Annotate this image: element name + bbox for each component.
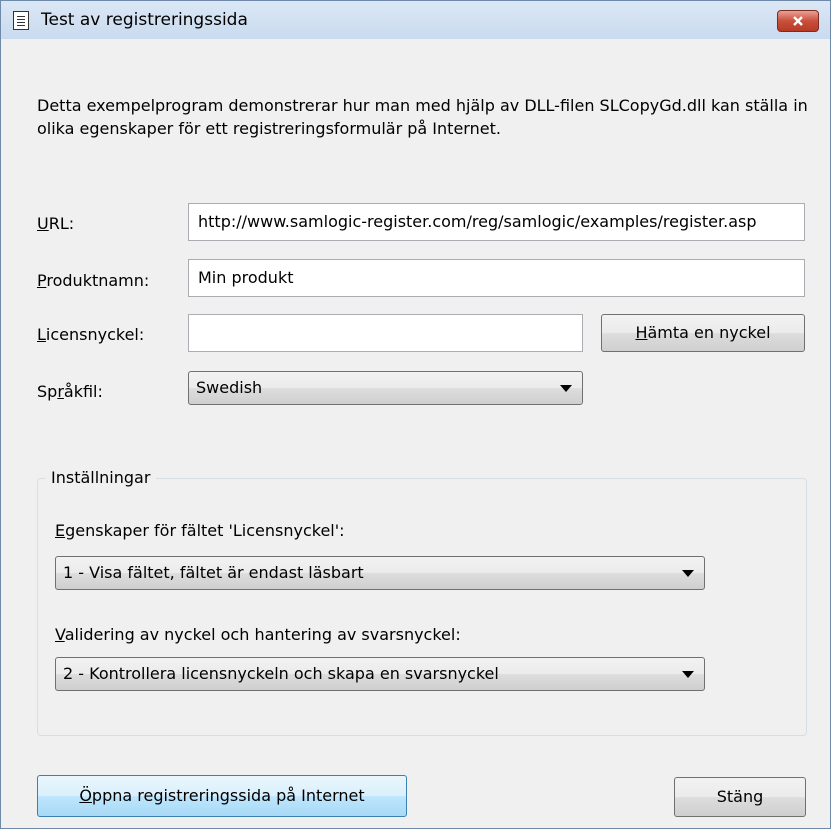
license-field-properties-select[interactable]: 1 - Visa fältet, fältet är endast läsbar… bbox=[55, 556, 705, 590]
document-icon bbox=[13, 11, 29, 30]
dropdown-arrow-icon bbox=[682, 570, 694, 577]
product-name-input[interactable]: Min produkt bbox=[188, 259, 805, 297]
get-key-button[interactable]: Hämta en nyckel bbox=[601, 314, 805, 352]
url-input[interactable]: http://www.samlogic-register.com/reg/sam… bbox=[188, 203, 805, 241]
open-registration-page-button[interactable]: Öppna registreringssida på Internet bbox=[37, 775, 407, 817]
language-select-value: Swedish bbox=[196, 378, 263, 397]
close-icon bbox=[793, 16, 803, 26]
language-file-label: Språkfil: bbox=[37, 382, 103, 401]
validation-label: Validering av nyckel och hantering av sv… bbox=[55, 625, 461, 644]
url-label: URL: bbox=[37, 214, 75, 233]
dropdown-arrow-icon bbox=[560, 385, 572, 392]
dialog-window: Test av registreringssida Detta exempelp… bbox=[0, 0, 831, 829]
close-button[interactable]: Stäng bbox=[674, 777, 806, 817]
license-field-properties-label: Egenskaper för fältet 'Licensnyckel': bbox=[55, 521, 345, 540]
license-field-select-value: 1 - Visa fältet, fältet är endast läsbar… bbox=[63, 563, 364, 582]
title-bar[interactable]: Test av registreringssida bbox=[1, 1, 830, 39]
intro-text: Detta exempelprogram demonstrerar hur ma… bbox=[37, 96, 808, 138]
validation-select[interactable]: 2 - Kontrollera licensnyckeln och skapa … bbox=[55, 657, 705, 691]
dropdown-arrow-icon bbox=[682, 671, 694, 678]
license-key-label: Licensnyckel: bbox=[37, 325, 145, 344]
validation-select-value: 2 - Kontrollera licensnyckeln och skapa … bbox=[63, 664, 499, 683]
window-title: Test av registreringssida bbox=[41, 10, 248, 30]
settings-legend: Inställningar bbox=[45, 468, 157, 487]
close-window-button[interactable] bbox=[777, 10, 819, 32]
settings-groupbox bbox=[37, 478, 807, 736]
product-name-label: Produktnamn: bbox=[37, 271, 150, 290]
language-select[interactable]: Swedish bbox=[188, 371, 583, 405]
license-key-input[interactable] bbox=[188, 314, 583, 352]
